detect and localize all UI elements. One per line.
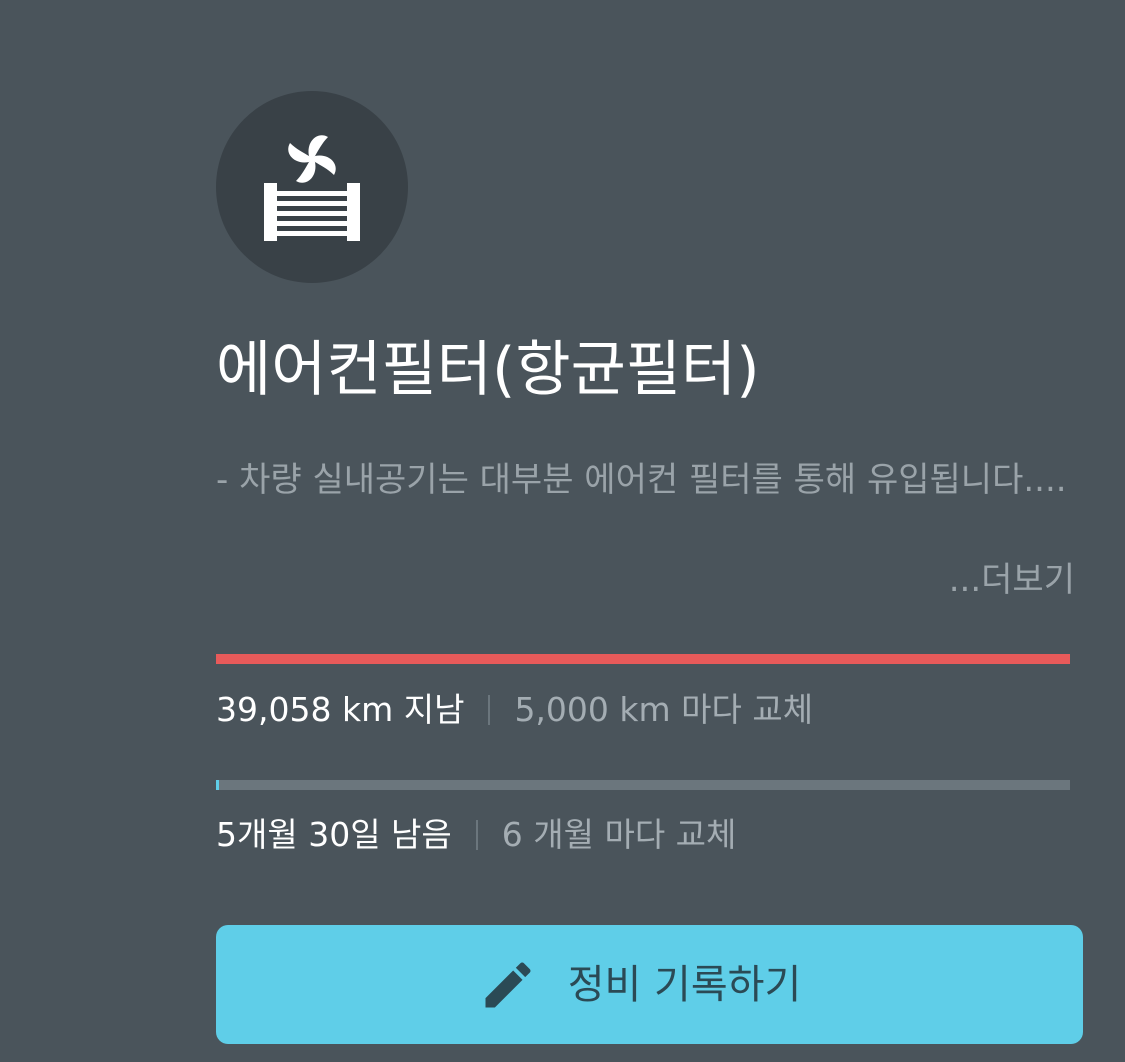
distance-progress-bar [216, 654, 1070, 664]
record-button-label: 정비 기록하기 [567, 961, 802, 1008]
more-link[interactable]: ...더보기 [949, 556, 1075, 604]
divider [488, 695, 491, 725]
period-stat: 5개월 30일 남음 6 개월 마다 교체 [216, 811, 736, 859]
distance-stat: 39,058 km 지남 5,000 km 마다 교체 [216, 686, 813, 734]
distance-progress-fill [216, 654, 1070, 664]
air-filter-fan-icon [264, 135, 360, 241]
period-progress-bar [216, 780, 1070, 790]
record-maintenance-button[interactable]: 정비 기록하기 [216, 925, 1083, 1044]
item-description: - 차량 실내공기는 대부분 에어컨 필터를 통해 유입됩니다.... [216, 460, 1067, 500]
distance-interval: 5,000 km 마다 교체 [514, 690, 814, 729]
item-title: 에어컨필터(항균필터) [216, 335, 760, 405]
period-remaining: 5개월 30일 남음 [216, 815, 452, 854]
filter-icon-badge [216, 91, 408, 283]
divider [475, 820, 478, 850]
distance-elapsed: 39,058 km 지남 [216, 690, 465, 729]
period-interval: 6 개월 마다 교체 [501, 815, 737, 854]
period-progress-fill [216, 780, 219, 790]
pencil-icon [485, 961, 531, 1007]
